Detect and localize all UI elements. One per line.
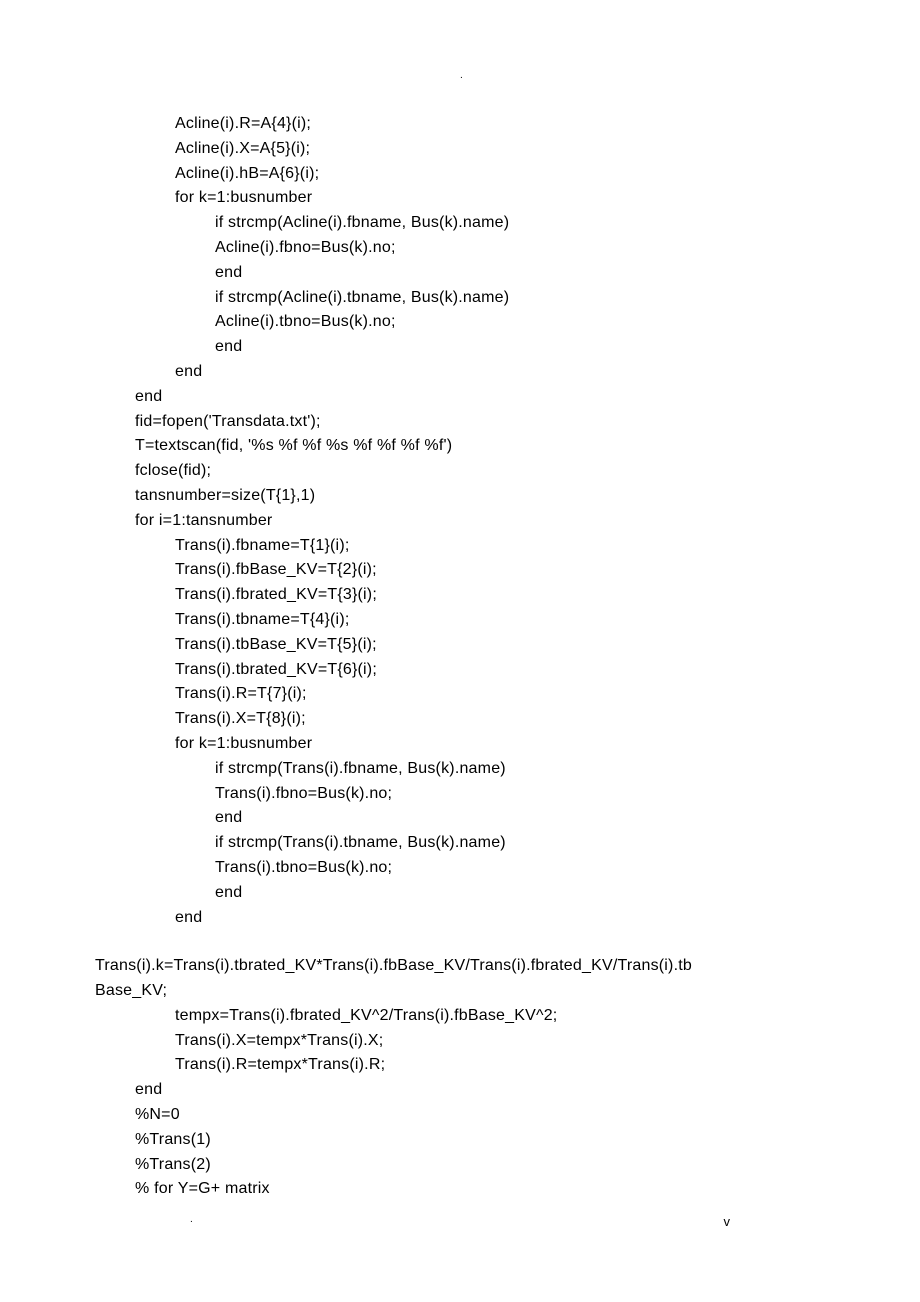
code-line: Acline(i).tbno=Bus(k).no; <box>95 310 825 335</box>
code-line: Acline(i).hB=A{6}(i); <box>95 162 825 187</box>
code-line: Acline(i).fbno=Bus(k).no; <box>95 236 825 261</box>
code-line: end <box>95 1078 825 1103</box>
code-line: Trans(i).fbname=T{1}(i); <box>95 534 825 559</box>
mid-spacer <box>95 930 825 954</box>
code-line: end <box>95 806 825 831</box>
code-line: tempx=Trans(i).fbrated_KV^2/Trans(i).fbB… <box>95 1004 825 1029</box>
code-line: end <box>95 906 825 931</box>
code-line: % for Y=G+ matrix <box>95 1177 825 1202</box>
code-line: Trans(i).fbBase_KV=T{2}(i); <box>95 558 825 583</box>
code-line: fclose(fid); <box>95 459 825 484</box>
code-line: Trans(i).X=tempx*Trans(i).X; <box>95 1029 825 1054</box>
code-line: T=textscan(fid, '%s %f %f %s %f %f %f %f… <box>95 434 825 459</box>
code-line: for k=1:busnumber <box>95 186 825 211</box>
code-line: end <box>95 360 825 385</box>
code-line: Trans(i).R=tempx*Trans(i).R; <box>95 1053 825 1078</box>
top-dot-marker: . <box>460 68 463 84</box>
code-line: %N=0 <box>95 1103 825 1128</box>
code-block-main: Acline(i).R=A{4}(i);Acline(i).X=A{5}(i);… <box>95 112 825 930</box>
code-line: if strcmp(Trans(i).fbname, Bus(k).name) <box>95 757 825 782</box>
code-line: end <box>95 385 825 410</box>
code-line: Trans(i).tbno=Bus(k).no; <box>95 856 825 881</box>
bottom-dot-marker: . <box>190 1212 193 1228</box>
code-line: %Trans(1) <box>95 1128 825 1153</box>
code-line: Trans(i).fbrated_KV=T{3}(i); <box>95 583 825 608</box>
code-line: end <box>95 335 825 360</box>
code-block-break: Trans(i).k=Trans(i).tbrated_KV*Trans(i).… <box>95 954 825 1202</box>
code-line: if strcmp(Acline(i).fbname, Bus(k).name) <box>95 211 825 236</box>
code-line: tansnumber=size(T{1},1) <box>95 484 825 509</box>
code-line: Trans(i).X=T{8}(i); <box>95 707 825 732</box>
code-line: Acline(i).R=A{4}(i); <box>95 112 825 137</box>
code-line: Trans(i).tbBase_KV=T{5}(i); <box>95 633 825 658</box>
code-line: for k=1:busnumber <box>95 732 825 757</box>
page-footer-marker: v <box>724 1212 731 1232</box>
code-line: Trans(i).tbrated_KV=T{6}(i); <box>95 658 825 683</box>
code-line: Trans(i).fbno=Bus(k).no; <box>95 782 825 807</box>
code-line: Acline(i).X=A{5}(i); <box>95 137 825 162</box>
code-line: end <box>95 261 825 286</box>
code-line: for i=1:tansnumber <box>95 509 825 534</box>
code-line: if strcmp(Acline(i).tbname, Bus(k).name) <box>95 286 825 311</box>
code-line: Base_KV; <box>95 979 825 1004</box>
code-line: %Trans(2) <box>95 1153 825 1178</box>
code-line: Trans(i).R=T{7}(i); <box>95 682 825 707</box>
code-line: end <box>95 881 825 906</box>
code-line: fid=fopen('Transdata.txt'); <box>95 410 825 435</box>
code-line: Trans(i).k=Trans(i).tbrated_KV*Trans(i).… <box>95 954 825 979</box>
code-line: Trans(i).tbname=T{4}(i); <box>95 608 825 633</box>
code-line: if strcmp(Trans(i).tbname, Bus(k).name) <box>95 831 825 856</box>
